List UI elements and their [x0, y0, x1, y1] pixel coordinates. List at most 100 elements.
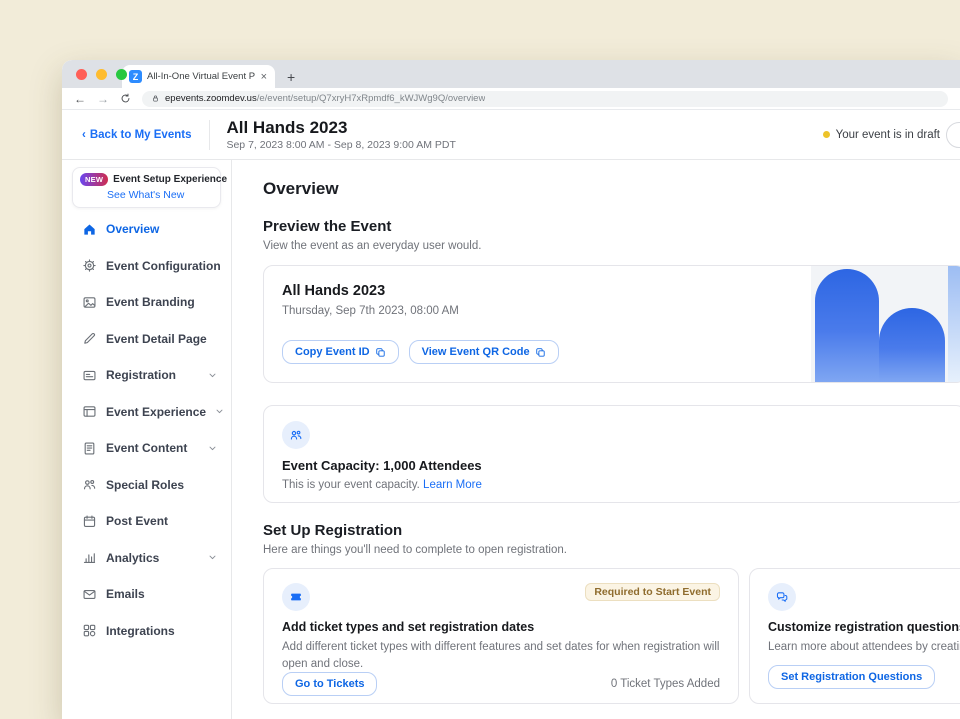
sidebar-item-event-branding[interactable]: Event Branding — [62, 284, 231, 321]
sidebar-item-analytics[interactable]: Analytics — [62, 540, 231, 577]
chevron-down-icon — [208, 444, 217, 453]
attendees-icon-circle — [282, 421, 310, 449]
copy-icon — [375, 347, 386, 358]
sidebar-item-event-configuration[interactable]: Event Configuration — [62, 248, 231, 285]
browser-tab[interactable]: Z All-In-One Virtual Event Platfor × — [122, 65, 275, 88]
sidebar-item-emails[interactable]: Emails — [62, 576, 231, 613]
event-date-range: Sep 7, 2023 8:00 AM - Sep 8, 2023 9:00 A… — [226, 139, 455, 151]
chevron-down-icon — [215, 407, 224, 416]
artwork-band-shape — [948, 266, 960, 382]
tab-title: All-In-One Virtual Event Platfor — [147, 71, 255, 82]
sidebar-item-registration[interactable]: Registration — [62, 357, 231, 394]
sidebar-nav: Overview Event Configuration Event Brand… — [62, 211, 231, 649]
image-icon — [82, 295, 97, 310]
draft-status-dot — [823, 131, 830, 138]
sidebar-item-event-experience[interactable]: Event Experience — [62, 394, 231, 431]
event-title-block: All Hands 2023 Sep 7, 2023 8:00 AM - Sep… — [226, 118, 455, 152]
setup-sidebar: NEW Event Setup Experience See What's Ne… — [62, 160, 232, 719]
view-event-qr-code-button[interactable]: View Event QR Code — [409, 340, 559, 364]
back-chevron-icon: ‹ — [82, 129, 86, 141]
registration-section-title: Set Up Registration — [263, 522, 960, 539]
document-icon — [82, 441, 97, 456]
copy-event-id-button[interactable]: Copy Event ID — [282, 340, 399, 364]
calendar-icon — [82, 514, 97, 529]
browser-tab-bar: Z All-In-One Virtual Event Platfor × + — [62, 60, 960, 88]
overview-main: Overview Preview the Event View the even… — [232, 160, 960, 719]
forward-arrow-icon[interactable]: → — [97, 93, 109, 105]
lock-icon — [151, 94, 160, 103]
chevron-down-icon — [208, 371, 217, 380]
pencil-icon — [82, 331, 97, 346]
window-icon — [82, 404, 97, 419]
questions-card-title: Customize registration questions — [768, 620, 960, 634]
registration-questions-card: Customize registration questions Learn m… — [749, 568, 960, 704]
publish-button-partial[interactable] — [946, 122, 960, 148]
back-arrow-icon[interactable]: ← — [74, 93, 86, 105]
event-preview-card: All Hands 2023 Thursday, Sep 7th 2023, 0… — [263, 265, 960, 383]
sidebar-item-integrations[interactable]: Integrations — [62, 613, 231, 650]
new-badge: NEW — [80, 173, 108, 186]
event-header: ‹ Back to My Events All Hands 2023 Sep 7… — [62, 110, 960, 160]
go-to-tickets-button[interactable]: Go to Tickets — [282, 672, 377, 696]
page-title: Overview — [263, 179, 960, 199]
card-icon — [82, 368, 97, 383]
minimize-window-button[interactable] — [96, 69, 107, 80]
tickets-card-title: Add ticket types and set registration da… — [282, 620, 720, 634]
event-title: All Hands 2023 — [226, 118, 455, 138]
sidebar-item-event-content[interactable]: Event Content — [62, 430, 231, 467]
zoom-favicon-icon: Z — [129, 70, 142, 83]
artwork-arch-shape — [815, 269, 879, 382]
capacity-title: Event Capacity: 1,000 Attendees — [282, 458, 947, 473]
sidebar-item-overview[interactable]: Overview — [62, 211, 231, 248]
bar-chart-icon — [82, 550, 97, 565]
window-controls — [76, 69, 127, 80]
required-badge: Required to Start Event — [585, 583, 720, 601]
tickets-card-desc: Add different ticket types with differen… — [282, 639, 720, 672]
address-bar[interactable]: epevents.zoomdev.us/e/event/setup/Q7xryH… — [142, 91, 948, 107]
learn-more-link[interactable]: Learn More — [423, 479, 482, 491]
close-tab-icon[interactable]: × — [260, 71, 268, 83]
preview-section-title: Preview the Event — [263, 218, 960, 235]
back-to-my-events-link[interactable]: ‹ Back to My Events — [82, 129, 191, 141]
new-tab-button[interactable]: + — [287, 69, 295, 85]
reload-icon[interactable] — [120, 93, 131, 104]
sidebar-item-special-roles[interactable]: Special Roles — [62, 467, 231, 504]
close-window-button[interactable] — [76, 69, 87, 80]
chevron-down-icon — [208, 553, 217, 562]
see-whats-new-link[interactable]: See What's New — [107, 189, 213, 201]
registration-section-desc: Here are things you'll need to complete … — [263, 544, 960, 556]
registration-cards-row: Required to Start Event Add ticket types… — [263, 568, 960, 704]
artwork-arch-shape — [879, 308, 945, 382]
maximize-window-button[interactable] — [116, 69, 127, 80]
sidebar-item-post-event[interactable]: Post Event — [62, 503, 231, 540]
browser-url-bar: ← → epevents.zoomdev.us/e/event/setup/Q7… — [62, 88, 960, 110]
url-domain: epevents.zoomdev.us — [165, 93, 257, 104]
ticket-icon-circle — [282, 583, 310, 611]
questions-card-desc: Learn more about attendees by creating c… — [768, 639, 960, 656]
draft-status: Your event is in draft — [823, 129, 940, 141]
new-experience-card[interactable]: NEW Event Setup Experience See What's Ne… — [72, 167, 221, 208]
sidebar-item-event-detail-page[interactable]: Event Detail Page — [62, 321, 231, 358]
people-icon — [82, 477, 97, 492]
gear-icon — [82, 258, 97, 273]
mail-icon — [82, 587, 97, 602]
event-artwork — [811, 266, 960, 382]
set-registration-questions-button[interactable]: Set Registration Questions — [768, 665, 935, 689]
capacity-desc: This is your event capacity. Learn More — [282, 479, 947, 491]
ticket-icon — [289, 590, 303, 604]
draft-status-text: Your event is in draft — [836, 129, 940, 141]
copy-icon — [535, 347, 546, 358]
url-path: /e/event/setup/Q7xryH7xRpmdf6_kWJWg9Q/ov… — [257, 93, 486, 104]
home-icon — [82, 222, 97, 237]
preview-section-desc: View the event as an everyday user would… — [263, 240, 960, 252]
header-divider — [209, 120, 210, 150]
event-capacity-card: Event Capacity: 1,000 Attendees This is … — [263, 405, 960, 503]
tickets-card: Required to Start Event Add ticket types… — [263, 568, 739, 704]
ticket-types-count: 0 Ticket Types Added — [611, 678, 720, 690]
browser-window: Z All-In-One Virtual Event Platfor × + ←… — [62, 60, 960, 719]
chat-icon-circle — [768, 583, 796, 611]
promo-title: Event Setup Experience — [113, 174, 227, 185]
integrations-icon — [82, 623, 97, 638]
people-icon — [289, 428, 303, 442]
chat-icon — [775, 590, 789, 604]
